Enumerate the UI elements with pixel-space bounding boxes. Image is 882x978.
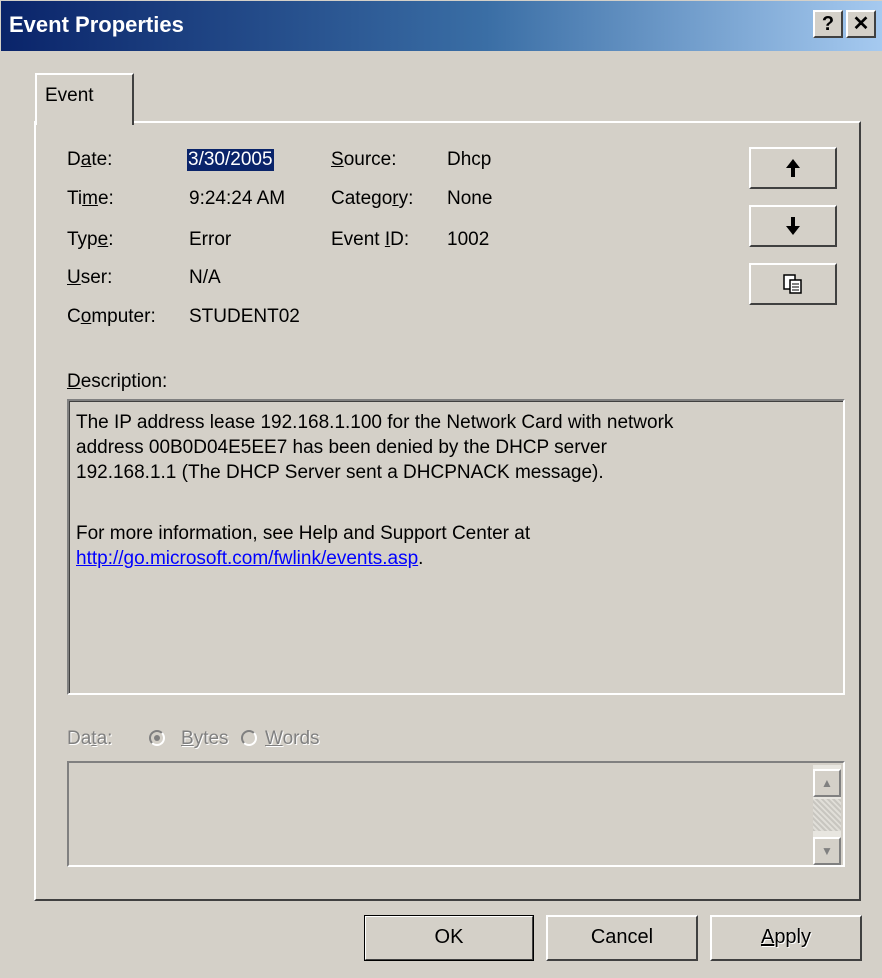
- data-label: Data:: [67, 728, 113, 749]
- data-text-area[interactable]: ▲ ▼: [67, 761, 845, 867]
- time-value: 9:24:24 AM: [189, 188, 286, 209]
- description-text-area[interactable]: The IP address lease 192.168.1.100 for t…: [67, 399, 845, 695]
- user-value: N/A: [189, 267, 221, 288]
- ok-button[interactable]: OK: [364, 915, 534, 961]
- words-radio[interactable]: [241, 730, 257, 746]
- description-line-2: address 00B0D04E5EE7 has been denied by …: [76, 437, 607, 458]
- source-value: Dhcp: [447, 149, 492, 170]
- date-label: Date:: [67, 149, 113, 170]
- scroll-up-button[interactable]: ▲: [813, 769, 841, 797]
- words-label: Words: [265, 728, 320, 749]
- arrow-up-icon: [784, 153, 802, 180]
- description-line-1: The IP address lease 192.168.1.100 for t…: [76, 412, 674, 433]
- description-line-4: For more information, see Help and Suppo…: [76, 523, 531, 544]
- link-suffix: .: [418, 548, 424, 569]
- window-title: Event Properties: [9, 12, 184, 37]
- eventid-label: Event ID:: [331, 229, 410, 250]
- computer-label: Computer:: [67, 306, 156, 327]
- category-label: Category:: [331, 188, 414, 209]
- tab-event[interactable]: Event: [35, 73, 134, 125]
- bytes-label: Bytes: [181, 728, 229, 749]
- description-link-line: http://go.microsoft.com/fwlink/events.as…: [76, 548, 423, 570]
- user-label: User:: [67, 267, 113, 288]
- category-value: None: [447, 188, 493, 209]
- time-label: Time:: [67, 188, 114, 209]
- event-properties-window: Event Properties ? ✕ Event Date: Time: T…: [0, 0, 882, 978]
- copy-icon: [782, 269, 804, 296]
- events-help-link[interactable]: http://go.microsoft.com/fwlink/events.as…: [76, 548, 418, 569]
- bytes-radio[interactable]: [149, 730, 165, 746]
- data-scrollbar[interactable]: ▲ ▼: [813, 765, 841, 865]
- tab-event-label: Event: [45, 85, 94, 106]
- eventid-value: 1002: [447, 229, 490, 250]
- triangle-down-icon: ▼: [821, 844, 833, 858]
- description-label: Description:: [67, 371, 168, 392]
- description-line-3: 192.168.1.1 (The DHCP Server sent a DHCP…: [76, 462, 604, 483]
- type-label: Type:: [67, 229, 114, 250]
- source-label: Source:: [331, 149, 397, 170]
- scroll-track[interactable]: [813, 799, 841, 831]
- previous-event-button[interactable]: [749, 147, 837, 189]
- type-value: Error: [189, 229, 232, 250]
- computer-value: STUDENT02: [189, 306, 300, 327]
- help-button[interactable]: ?: [813, 10, 843, 38]
- copy-button[interactable]: [749, 263, 837, 305]
- apply-label-initial: A: [760, 926, 775, 948]
- apply-button[interactable]: Apply: [710, 915, 862, 961]
- next-event-button[interactable]: [749, 205, 837, 247]
- date-value[interactable]: 3/30/2005: [187, 149, 274, 171]
- triangle-up-icon: ▲: [821, 776, 833, 790]
- description-inner: The IP address lease 192.168.1.100 for t…: [69, 401, 843, 693]
- cancel-button[interactable]: Cancel: [546, 915, 698, 961]
- close-button[interactable]: ✕: [846, 10, 876, 38]
- scroll-down-button[interactable]: ▼: [813, 837, 841, 865]
- title-bar[interactable]: Event Properties ? ✕: [1, 1, 882, 51]
- arrow-down-icon: [784, 211, 802, 238]
